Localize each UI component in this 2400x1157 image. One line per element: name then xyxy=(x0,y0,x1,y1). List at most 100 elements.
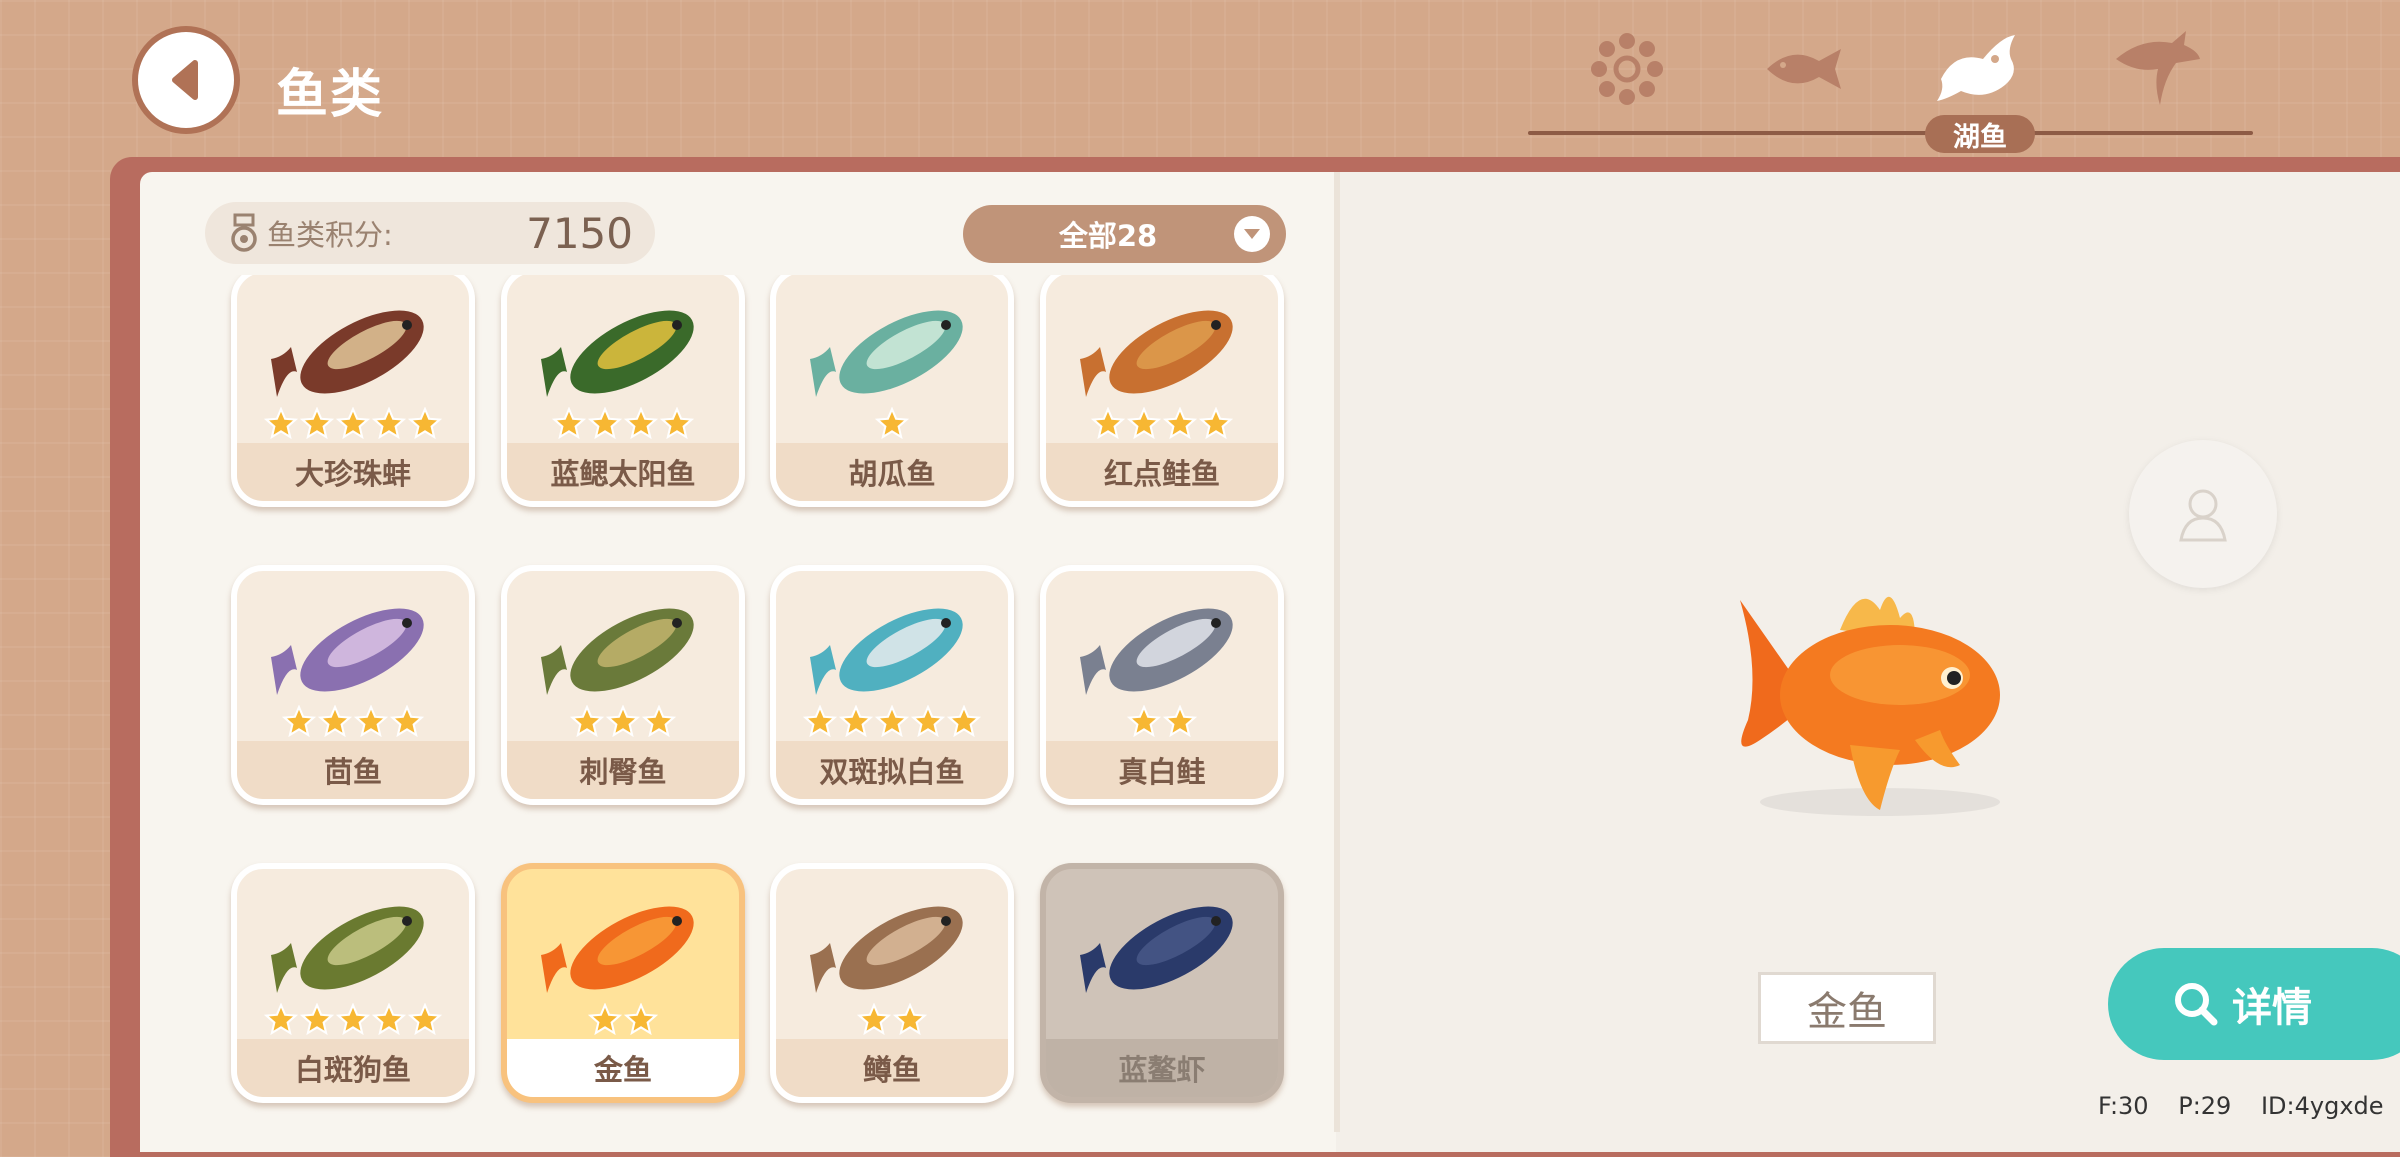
fish-card[interactable]: 大珍珠蚌 xyxy=(231,275,475,507)
star-icon xyxy=(875,407,909,440)
tab-fish[interactable] xyxy=(1752,28,1852,110)
star-icon xyxy=(1127,705,1161,738)
star-rating xyxy=(1046,705,1278,739)
fish-card[interactable]: 真白鲑 xyxy=(1040,565,1284,805)
star-icon xyxy=(336,1003,370,1036)
star-icon xyxy=(606,705,640,738)
star-icon xyxy=(408,1003,442,1036)
star-icon xyxy=(354,705,388,738)
details-button[interactable]: 详情 xyxy=(2108,948,2400,1060)
star-icon xyxy=(857,1003,891,1036)
fish-card[interactable]: 红点鲑鱼 xyxy=(1040,275,1284,507)
star-icon xyxy=(803,705,837,738)
fish-card-name: 刺臀鱼 xyxy=(507,741,739,799)
star-icon xyxy=(911,705,945,738)
star-icon xyxy=(1163,705,1197,738)
fish-card-name: 白斑狗鱼 xyxy=(237,1039,469,1097)
fish-image xyxy=(1080,906,1233,993)
star-icon xyxy=(408,407,442,440)
fish-icon xyxy=(1767,49,1841,89)
star-icon xyxy=(588,1003,622,1036)
fish-card[interactable]: 金鱼 xyxy=(501,863,745,1103)
star-rating xyxy=(507,1003,739,1037)
star-icon xyxy=(372,1003,406,1036)
fish-card[interactable]: 双斑拟白鱼 xyxy=(770,565,1014,805)
fish-image xyxy=(541,310,694,397)
fish-image xyxy=(810,310,963,397)
fish-card-name: 红点鲑鱼 xyxy=(1046,443,1278,501)
star-icon xyxy=(300,1003,334,1036)
shark-icon xyxy=(2116,31,2200,105)
details-label: 详情 xyxy=(2232,985,2312,1031)
tab-lake-fish[interactable] xyxy=(1930,28,2030,110)
fish-card[interactable]: 蓝鳌虾 xyxy=(1040,863,1284,1103)
star-icon xyxy=(642,705,676,738)
fish-image xyxy=(271,310,424,397)
fish-image xyxy=(810,906,963,993)
star-rating xyxy=(237,407,469,441)
tab-shark[interactable] xyxy=(2107,28,2207,110)
all-icon xyxy=(1591,33,1663,105)
fish-card-name: 大珍珠蚌 xyxy=(237,443,469,501)
goldfish-preview xyxy=(1740,596,2000,816)
page-title: 鱼类 xyxy=(276,65,385,125)
fish-image xyxy=(271,608,424,695)
fish-card-name: 胡瓜鱼 xyxy=(776,443,1008,501)
fish-card-name: 茴鱼 xyxy=(237,741,469,799)
fish-card[interactable]: 蓝鳃太阳鱼 xyxy=(501,275,745,507)
score-label: 鱼类积分: xyxy=(267,218,393,252)
filter-label: 全部28 xyxy=(1058,219,1158,253)
fish-image xyxy=(541,608,694,695)
star-rating xyxy=(237,1003,469,1037)
fish-card[interactable]: 白斑狗鱼 xyxy=(231,863,475,1103)
fish-grid: 大珍珠蚌 蓝鳃太阳鱼 胡瓜鱼 红点鲑鱼茴鱼 刺臀鱼 双斑拟白鱼 真白鲑白斑狗鱼 金鱼 鳟鱼 蓝鳌虾 xyxy=(140,275,1336,1125)
star-icon xyxy=(300,407,334,440)
star-rating xyxy=(507,407,739,441)
person-icon xyxy=(2179,489,2227,542)
debug-p: P:29 xyxy=(2178,1092,2232,1120)
star-icon xyxy=(893,1003,927,1036)
selected-fish-name: 金鱼 xyxy=(1758,972,1936,1044)
fish-card[interactable]: 茴鱼 xyxy=(231,565,475,805)
back-button[interactable] xyxy=(132,26,240,134)
star-icon xyxy=(318,705,352,738)
star-icon xyxy=(336,407,370,440)
score-panel: 鱼类积分: 7150 xyxy=(205,202,655,264)
tab-underline xyxy=(1528,131,2253,135)
fish-card-name: 蓝鳌虾 xyxy=(1046,1039,1278,1097)
fish-image xyxy=(271,906,424,993)
filter-dropdown[interactable]: 全部28 xyxy=(963,205,1286,263)
debug-f: F:30 xyxy=(2098,1092,2149,1120)
star-icon xyxy=(1163,407,1197,440)
debug-info: F:30 P:29 ID:4ygxde xyxy=(2098,1092,2400,1120)
fish-image xyxy=(1080,608,1233,695)
fish-card-name: 真白鲑 xyxy=(1046,741,1278,799)
star-icon xyxy=(372,407,406,440)
star-icon xyxy=(1199,407,1233,440)
debug-id: ID:4ygxde xyxy=(2260,1092,2384,1120)
fish-image xyxy=(1080,310,1233,397)
star-icon xyxy=(1127,407,1161,440)
fish-image xyxy=(810,608,963,695)
star-rating xyxy=(776,705,1008,739)
star-icon xyxy=(264,407,298,440)
fish-card[interactable]: 刺臀鱼 xyxy=(501,565,745,805)
star-rating xyxy=(776,407,1008,441)
chevron-left-icon xyxy=(172,60,198,100)
star-icon xyxy=(282,705,316,738)
search-icon xyxy=(2175,983,2218,1026)
star-icon xyxy=(624,1003,658,1036)
fish-card[interactable]: 胡瓜鱼 xyxy=(770,275,1014,507)
tab-all[interactable] xyxy=(1577,28,1677,110)
fish-card-name: 双斑拟白鱼 xyxy=(776,741,1008,799)
star-icon xyxy=(390,705,424,738)
fish-card[interactable]: 鳟鱼 xyxy=(770,863,1014,1103)
star-icon xyxy=(552,407,586,440)
star-rating xyxy=(237,705,469,739)
star-icon xyxy=(660,407,694,440)
star-icon xyxy=(570,705,604,738)
fish-card-name: 鳟鱼 xyxy=(776,1039,1008,1097)
avatar-button[interactable] xyxy=(2129,440,2277,588)
active-tab-label: 湖鱼 xyxy=(1925,115,2035,153)
star-icon xyxy=(588,407,622,440)
